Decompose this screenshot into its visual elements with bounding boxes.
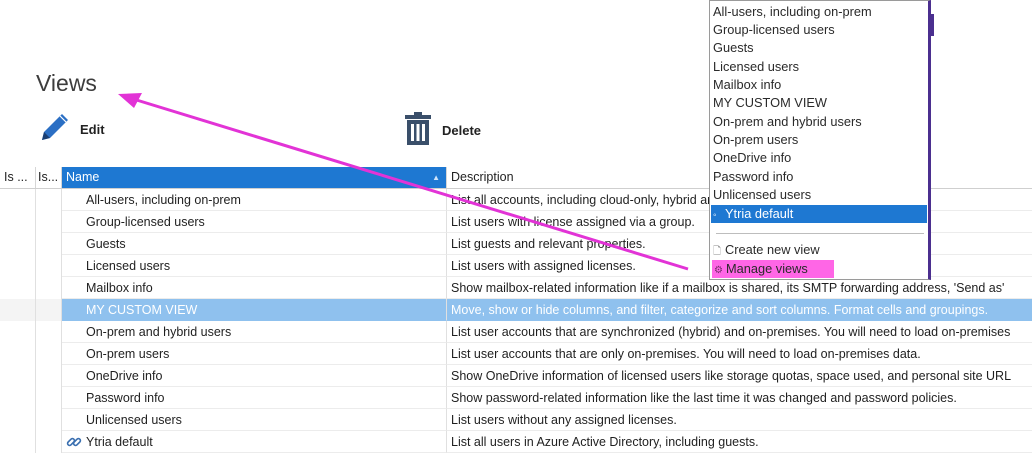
menu-item-on-prem-hybrid[interactable]: On-prem and hybrid users bbox=[713, 113, 925, 131]
row-name: Ytria default bbox=[62, 431, 447, 453]
column-header-name-label: Name bbox=[66, 170, 100, 184]
menu-item-create-view[interactable]: 🗋 Create new view bbox=[713, 241, 925, 259]
row-description: List users without any assigned licenses… bbox=[447, 409, 1032, 431]
menu-item-onedrive[interactable]: OneDrive info bbox=[713, 149, 925, 167]
row-name: All-users, including on-prem bbox=[62, 189, 447, 211]
row-description: Move, show or hide columns, and filter, … bbox=[447, 299, 1032, 321]
create-view-label: Create new view bbox=[725, 242, 820, 257]
row-name: Password info bbox=[62, 387, 447, 409]
radio-dot-icon: ◦ bbox=[713, 210, 717, 221]
menu-item-ytria-default[interactable]: ◦ Ytria default bbox=[711, 205, 927, 223]
row-description: List user accounts that are only on-prem… bbox=[447, 343, 1032, 365]
page-title: Views bbox=[36, 70, 97, 96]
row-description: Show password-related information like t… bbox=[447, 387, 1032, 409]
menu-item-licensed[interactable]: Licensed users bbox=[713, 58, 925, 76]
views-dropdown-menu: All-users, including on-prem Group-licen… bbox=[709, 0, 931, 280]
menu-item-password[interactable]: Password info bbox=[713, 168, 925, 186]
row-name: MY CUSTOM VIEW bbox=[62, 299, 447, 321]
sort-ascending-icon: ▲ bbox=[432, 173, 440, 182]
row-name: On-prem and hybrid users bbox=[62, 321, 447, 343]
menu-item-all-users[interactable]: All-users, including on-prem bbox=[713, 3, 925, 21]
table-row[interactable]: Mailbox info Show mailbox-related informa… bbox=[0, 277, 1032, 299]
delete-label: Delete bbox=[442, 123, 482, 138]
menu-item-manage-views[interactable]: ⚙ Manage views bbox=[712, 260, 834, 278]
row-description: List user accounts that are synchronized… bbox=[447, 321, 1032, 343]
menu-item-mailbox[interactable]: Mailbox info bbox=[713, 76, 925, 94]
row-name: Guests bbox=[62, 233, 447, 255]
row-description: List all users in Azure Active Directory… bbox=[447, 431, 1032, 453]
gear-icon: ⚙ bbox=[714, 265, 723, 276]
table-row[interactable]: OneDrive info Show OneDrive information o… bbox=[0, 365, 1032, 387]
table-row[interactable]: Ytria default List all users in Azure Act… bbox=[0, 431, 1032, 453]
column-header-is-2[interactable]: Is... bbox=[36, 167, 62, 188]
row-description: Show OneDrive information of licensed us… bbox=[447, 365, 1032, 387]
row-description: Show mailbox-related information like if… bbox=[447, 277, 1032, 299]
table-row[interactable]: Password info Show password-related infor… bbox=[0, 387, 1032, 409]
edit-label: Edit bbox=[80, 122, 105, 137]
menu-item-ytria-default-label: Ytria default bbox=[725, 206, 794, 221]
table-row[interactable]: On-prem users List user accounts that are… bbox=[0, 343, 1032, 365]
menu-item-group-licensed[interactable]: Group-licensed users bbox=[713, 21, 925, 39]
row-name: Mailbox info bbox=[62, 277, 447, 299]
column-header-name[interactable]: Name ▲ bbox=[62, 167, 447, 188]
menu-separator bbox=[716, 233, 924, 234]
trash-icon bbox=[402, 112, 434, 149]
menu-item-on-prem[interactable]: On-prem users bbox=[713, 131, 925, 149]
row-name: Licensed users bbox=[62, 255, 447, 277]
menu-item-my-custom-view[interactable]: MY CUSTOM VIEW bbox=[713, 94, 925, 112]
row-name: Group-licensed users bbox=[62, 211, 447, 233]
edit-button[interactable]: Edit bbox=[36, 110, 105, 149]
row-name: OneDrive info bbox=[62, 365, 447, 387]
delete-button[interactable]: Delete bbox=[402, 112, 481, 149]
arrow-head-icon bbox=[118, 93, 142, 108]
table-row[interactable]: On-prem and hybrid users List user accoun… bbox=[0, 321, 1032, 343]
table-row-selected[interactable]: MY CUSTOM VIEW Move, show or hide columns… bbox=[0, 299, 1032, 321]
new-document-icon: 🗋 bbox=[713, 246, 722, 257]
column-header-is-1[interactable]: Is ... bbox=[0, 167, 36, 188]
menu-item-guests[interactable]: Guests bbox=[713, 39, 925, 57]
table-row[interactable]: Unlicensed users List users without any a… bbox=[0, 409, 1032, 431]
manage-views-label: Manage views bbox=[726, 261, 808, 276]
menu-item-unlicensed[interactable]: Unlicensed users bbox=[713, 186, 925, 204]
pencil-icon bbox=[36, 110, 72, 149]
row-name: Unlicensed users bbox=[62, 409, 447, 431]
row-name: On-prem users bbox=[62, 343, 447, 365]
